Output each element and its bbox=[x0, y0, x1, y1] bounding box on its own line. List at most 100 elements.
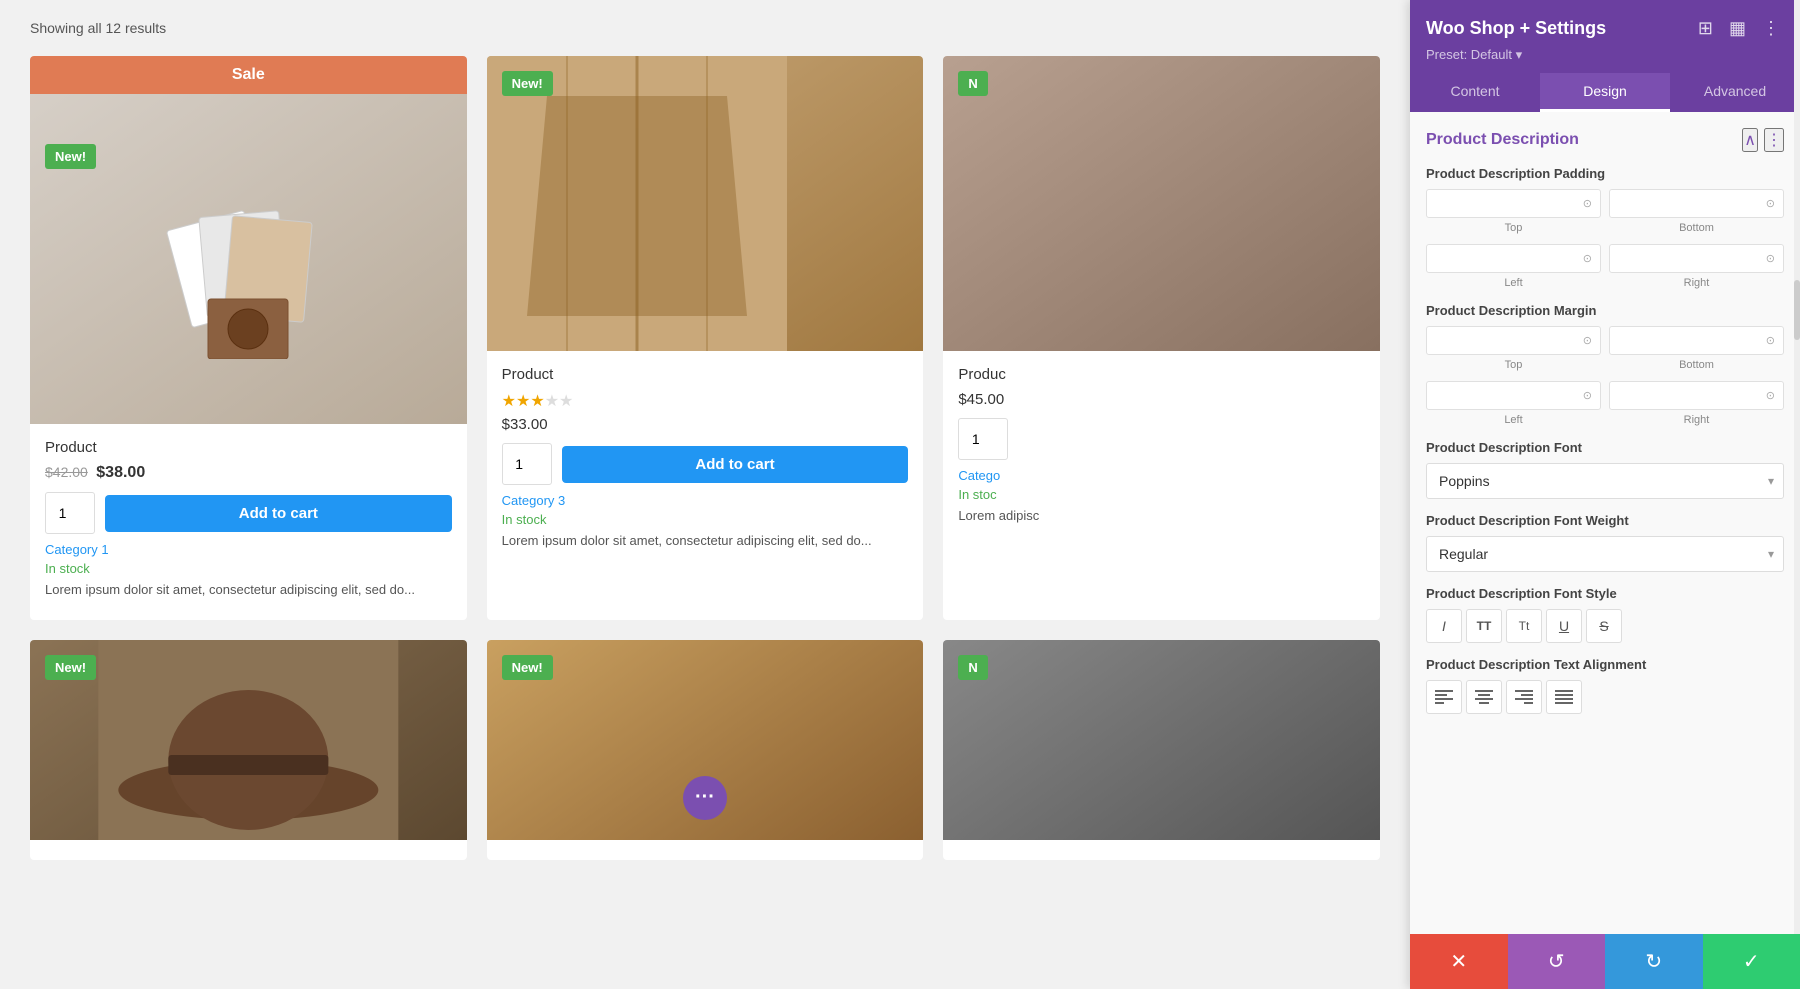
product-info-2: Product ★ ★ ★ ★ ★ $33.00 bbox=[487, 351, 924, 433]
product-card-4: New! bbox=[30, 640, 467, 860]
category-link-2[interactable]: Category 3 bbox=[487, 485, 924, 508]
font-style-label: Product Description Font Style bbox=[1426, 586, 1784, 601]
section-more-btn[interactable]: ⋮ bbox=[1764, 128, 1784, 152]
footer-cancel-btn[interactable]: ✕ bbox=[1410, 934, 1508, 989]
footer-redo-btn[interactable]: ↻ bbox=[1605, 934, 1703, 989]
qty-input-3[interactable] bbox=[958, 418, 1008, 460]
padding-bottom-wrap: ⊙ bbox=[1609, 189, 1784, 218]
panel-header-icons: ⊞ ▦ ⋮ bbox=[1694, 14, 1784, 43]
product-image-6 bbox=[943, 640, 1380, 840]
align-justify-icon bbox=[1555, 690, 1573, 704]
fab-icon[interactable]: ··· bbox=[683, 776, 727, 820]
panel-title-row: Woo Shop + Settings ⊞ ▦ ⋮ bbox=[1426, 14, 1784, 43]
panel-preset[interactable]: Preset: Default ▾ bbox=[1426, 43, 1784, 73]
text-align-label: Product Description Text Alignment bbox=[1426, 657, 1784, 672]
font-style-capitalize[interactable]: Tt bbox=[1506, 609, 1542, 643]
section-controls: ∧ ⋮ bbox=[1742, 128, 1784, 152]
product-image-1 bbox=[30, 94, 467, 424]
text-align-buttons bbox=[1426, 680, 1784, 714]
tab-content[interactable]: Content bbox=[1410, 73, 1540, 112]
add-to-cart-btn-1[interactable]: Add to cart bbox=[105, 495, 452, 532]
section-collapse-btn[interactable]: ∧ bbox=[1742, 128, 1758, 152]
product-info-1: Product $42.00 $38.00 bbox=[30, 424, 467, 482]
description-1: Lorem ipsum dolor sit amet, consectetur … bbox=[30, 576, 467, 600]
category-link-1[interactable]: Category 1 bbox=[30, 534, 467, 557]
footer-undo-btn[interactable]: ↺ bbox=[1508, 934, 1606, 989]
margin-right-link: ⊙ bbox=[1766, 389, 1775, 402]
add-to-cart-btn-2[interactable]: Add to cart bbox=[562, 446, 909, 483]
panel-title: Woo Shop + Settings bbox=[1426, 18, 1606, 39]
new-badge-6: N bbox=[958, 655, 987, 680]
padding-label: Product Description Padding bbox=[1426, 166, 1784, 181]
product-card-1: Sale New! Product $42.00 bbox=[30, 56, 467, 620]
new-badge-5: New! bbox=[502, 655, 553, 680]
footer-save-btn[interactable]: ✓ bbox=[1703, 934, 1800, 989]
panel-icon-layout[interactable]: ▦ bbox=[1725, 14, 1750, 43]
new-badge-4: New! bbox=[45, 655, 96, 680]
panel-header: Woo Shop + Settings ⊞ ▦ ⋮ Preset: Defaul… bbox=[1410, 0, 1800, 73]
new-badge-3: N bbox=[958, 71, 987, 96]
padding-left-input[interactable] bbox=[1519, 251, 1579, 266]
scrollbar-thumb[interactable] bbox=[1794, 280, 1800, 340]
tab-design[interactable]: Design bbox=[1540, 73, 1670, 112]
margin-left-link: ⊙ bbox=[1583, 389, 1592, 402]
cart-row-2: Add to cart bbox=[487, 433, 924, 485]
font-weight-select[interactable]: Regular Bold Light Medium SemiBold bbox=[1426, 536, 1784, 572]
margin-bottom-label: Bottom bbox=[1609, 359, 1784, 371]
padding-right-input[interactable] bbox=[1702, 251, 1762, 266]
font-weight-select-wrap: Regular Bold Light Medium SemiBold ▾ bbox=[1426, 536, 1784, 572]
settings-panel: Woo Shop + Settings ⊞ ▦ ⋮ Preset: Defaul… bbox=[1410, 0, 1800, 989]
product-price-1: $42.00 $38.00 bbox=[45, 464, 452, 482]
category-3-partial: Catego bbox=[943, 460, 1380, 483]
new-badge-2: New! bbox=[502, 71, 553, 96]
margin-bottom-input[interactable] bbox=[1702, 333, 1762, 348]
cart-row-1: Add to cart bbox=[30, 482, 467, 534]
font-style-strikethrough[interactable]: S bbox=[1586, 609, 1622, 643]
qty-input-1[interactable] bbox=[45, 492, 95, 534]
padding-right-link: ⊙ bbox=[1766, 252, 1775, 265]
margin-top-link: ⊙ bbox=[1583, 334, 1592, 347]
tab-advanced[interactable]: Advanced bbox=[1670, 73, 1800, 112]
stars-2: ★ ★ ★ ★ ★ bbox=[502, 391, 909, 411]
panel-footer: ✕ ↺ ↻ ✓ bbox=[1410, 934, 1800, 989]
font-style-buttons: I TT Tt U S bbox=[1426, 609, 1784, 643]
in-stock-1: In stock bbox=[30, 557, 467, 576]
padding-left-label: Left bbox=[1426, 277, 1601, 289]
text-align-justify-btn[interactable] bbox=[1546, 680, 1582, 714]
margin-left-input[interactable] bbox=[1519, 388, 1579, 403]
padding-left-right: ⊙ ⊙ bbox=[1426, 244, 1784, 273]
margin-top-bottom: ⊙ ⊙ bbox=[1426, 326, 1784, 355]
margin-top-input[interactable] bbox=[1519, 333, 1579, 348]
padding-top-input[interactable] bbox=[1519, 196, 1579, 211]
margin-left-right: ⊙ ⊙ bbox=[1426, 381, 1784, 410]
cart-row-3 bbox=[943, 408, 1380, 460]
margin-labels-left-right: Left Right bbox=[1426, 414, 1784, 426]
text-align-left-btn[interactable] bbox=[1426, 680, 1462, 714]
align-left-icon bbox=[1435, 690, 1453, 704]
price-old-1: $42.00 bbox=[45, 464, 88, 480]
font-select-wrap: Poppins Open Sans Roboto Lato ▾ bbox=[1426, 463, 1784, 499]
margin-right-wrap: ⊙ bbox=[1609, 381, 1784, 410]
qty-input-2[interactable] bbox=[502, 443, 552, 485]
font-select[interactable]: Poppins Open Sans Roboto Lato bbox=[1426, 463, 1784, 499]
font-style-underline[interactable]: U bbox=[1546, 609, 1582, 643]
padding-top-link: ⊙ bbox=[1583, 197, 1592, 210]
in-stock-3: In stoc bbox=[943, 483, 1380, 502]
align-right-icon bbox=[1515, 690, 1533, 704]
panel-icon-responsive[interactable]: ⊞ bbox=[1694, 14, 1717, 43]
panel-icon-more[interactable]: ⋮ bbox=[1758, 14, 1784, 43]
margin-right-input[interactable] bbox=[1702, 388, 1762, 403]
text-align-center-btn[interactable] bbox=[1466, 680, 1502, 714]
bag-svg bbox=[487, 56, 787, 351]
price-3: $45.00 bbox=[958, 391, 1365, 408]
padding-bottom-input[interactable] bbox=[1702, 196, 1762, 211]
font-style-italic[interactable]: I bbox=[1426, 609, 1462, 643]
text-align-right-btn[interactable] bbox=[1506, 680, 1542, 714]
results-count: Showing all 12 results bbox=[30, 20, 1380, 36]
main-content: Showing all 12 results Sale New! bbox=[0, 0, 1410, 989]
font-style-uppercase[interactable]: TT bbox=[1466, 609, 1502, 643]
section-title: Product Description bbox=[1426, 131, 1579, 149]
padding-right-wrap: ⊙ bbox=[1609, 244, 1784, 273]
margin-left-label: Left bbox=[1426, 414, 1601, 426]
product-name-2: Product bbox=[502, 366, 909, 383]
